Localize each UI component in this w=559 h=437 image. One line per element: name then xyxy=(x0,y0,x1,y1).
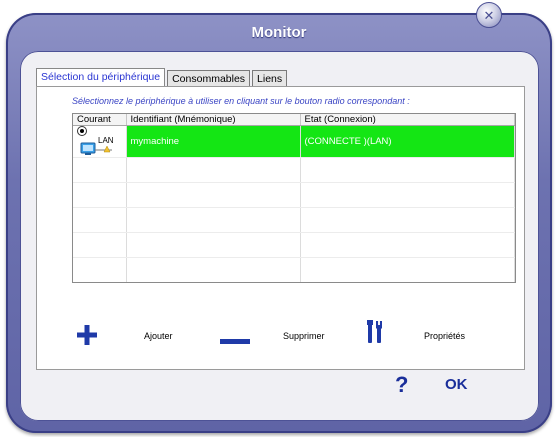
status-cell: (CONNECTE )(LAN) xyxy=(300,125,515,158)
tab-bar: Sélection du périphérique Consommables L… xyxy=(36,68,289,87)
device-table: Courant Identifiant (Mnémonique) Etat (C… xyxy=(72,113,516,283)
table-row xyxy=(73,257,515,282)
table-row xyxy=(73,207,515,233)
current-cell: LAN xyxy=(73,125,127,158)
wrench-screwdriver-icon xyxy=(367,320,382,343)
properties-label[interactable]: Propriétés xyxy=(424,331,465,341)
device-radio-button[interactable] xyxy=(77,126,87,137)
window-title: Monitor xyxy=(251,24,307,41)
add-label[interactable]: Ajouter xyxy=(144,331,173,341)
minus-icon xyxy=(220,339,250,344)
remove-label[interactable]: Supprimer xyxy=(283,331,325,341)
device-selection-panel: Sélectionnez le périphérique à utiliser … xyxy=(36,86,525,370)
monitor-window: Monitor ✕ Sélection du périphérique Cons… xyxy=(6,2,552,433)
close-button[interactable]: ✕ xyxy=(476,2,502,28)
add-button[interactable] xyxy=(76,324,98,346)
lan-device-icon: LAN xyxy=(80,136,116,157)
close-icon: ✕ xyxy=(483,7,495,23)
table-row[interactable]: LAN mymachine (CONNECTE)(LAN) xyxy=(73,125,515,158)
column-header-status[interactable]: Etat (Connexion) xyxy=(300,114,515,126)
identifier-cell: mymachine xyxy=(126,125,301,158)
table-row xyxy=(73,182,515,208)
table-header-row: Courant Identifiant (Mnémonique) Etat (C… xyxy=(73,114,515,126)
properties-button[interactable] xyxy=(366,319,384,345)
plus-icon xyxy=(77,325,97,345)
content-area: Sélection du périphérique Consommables L… xyxy=(20,51,539,421)
instruction-text: Sélectionnez le périphérique à utiliser … xyxy=(72,96,410,106)
column-header-current[interactable]: Courant xyxy=(73,114,127,126)
tab-consumables[interactable]: Consommables xyxy=(167,70,251,87)
help-button[interactable]: ? xyxy=(395,374,408,396)
ok-button[interactable]: OK xyxy=(445,377,468,392)
table-row xyxy=(73,232,515,258)
tab-device-selection[interactable]: Sélection du périphérique xyxy=(36,68,166,87)
table-row xyxy=(73,157,515,183)
column-header-identifier[interactable]: Identifiant (Mnémonique) xyxy=(126,114,301,126)
remove-button[interactable] xyxy=(220,332,250,344)
tab-links[interactable]: Liens xyxy=(252,70,288,87)
